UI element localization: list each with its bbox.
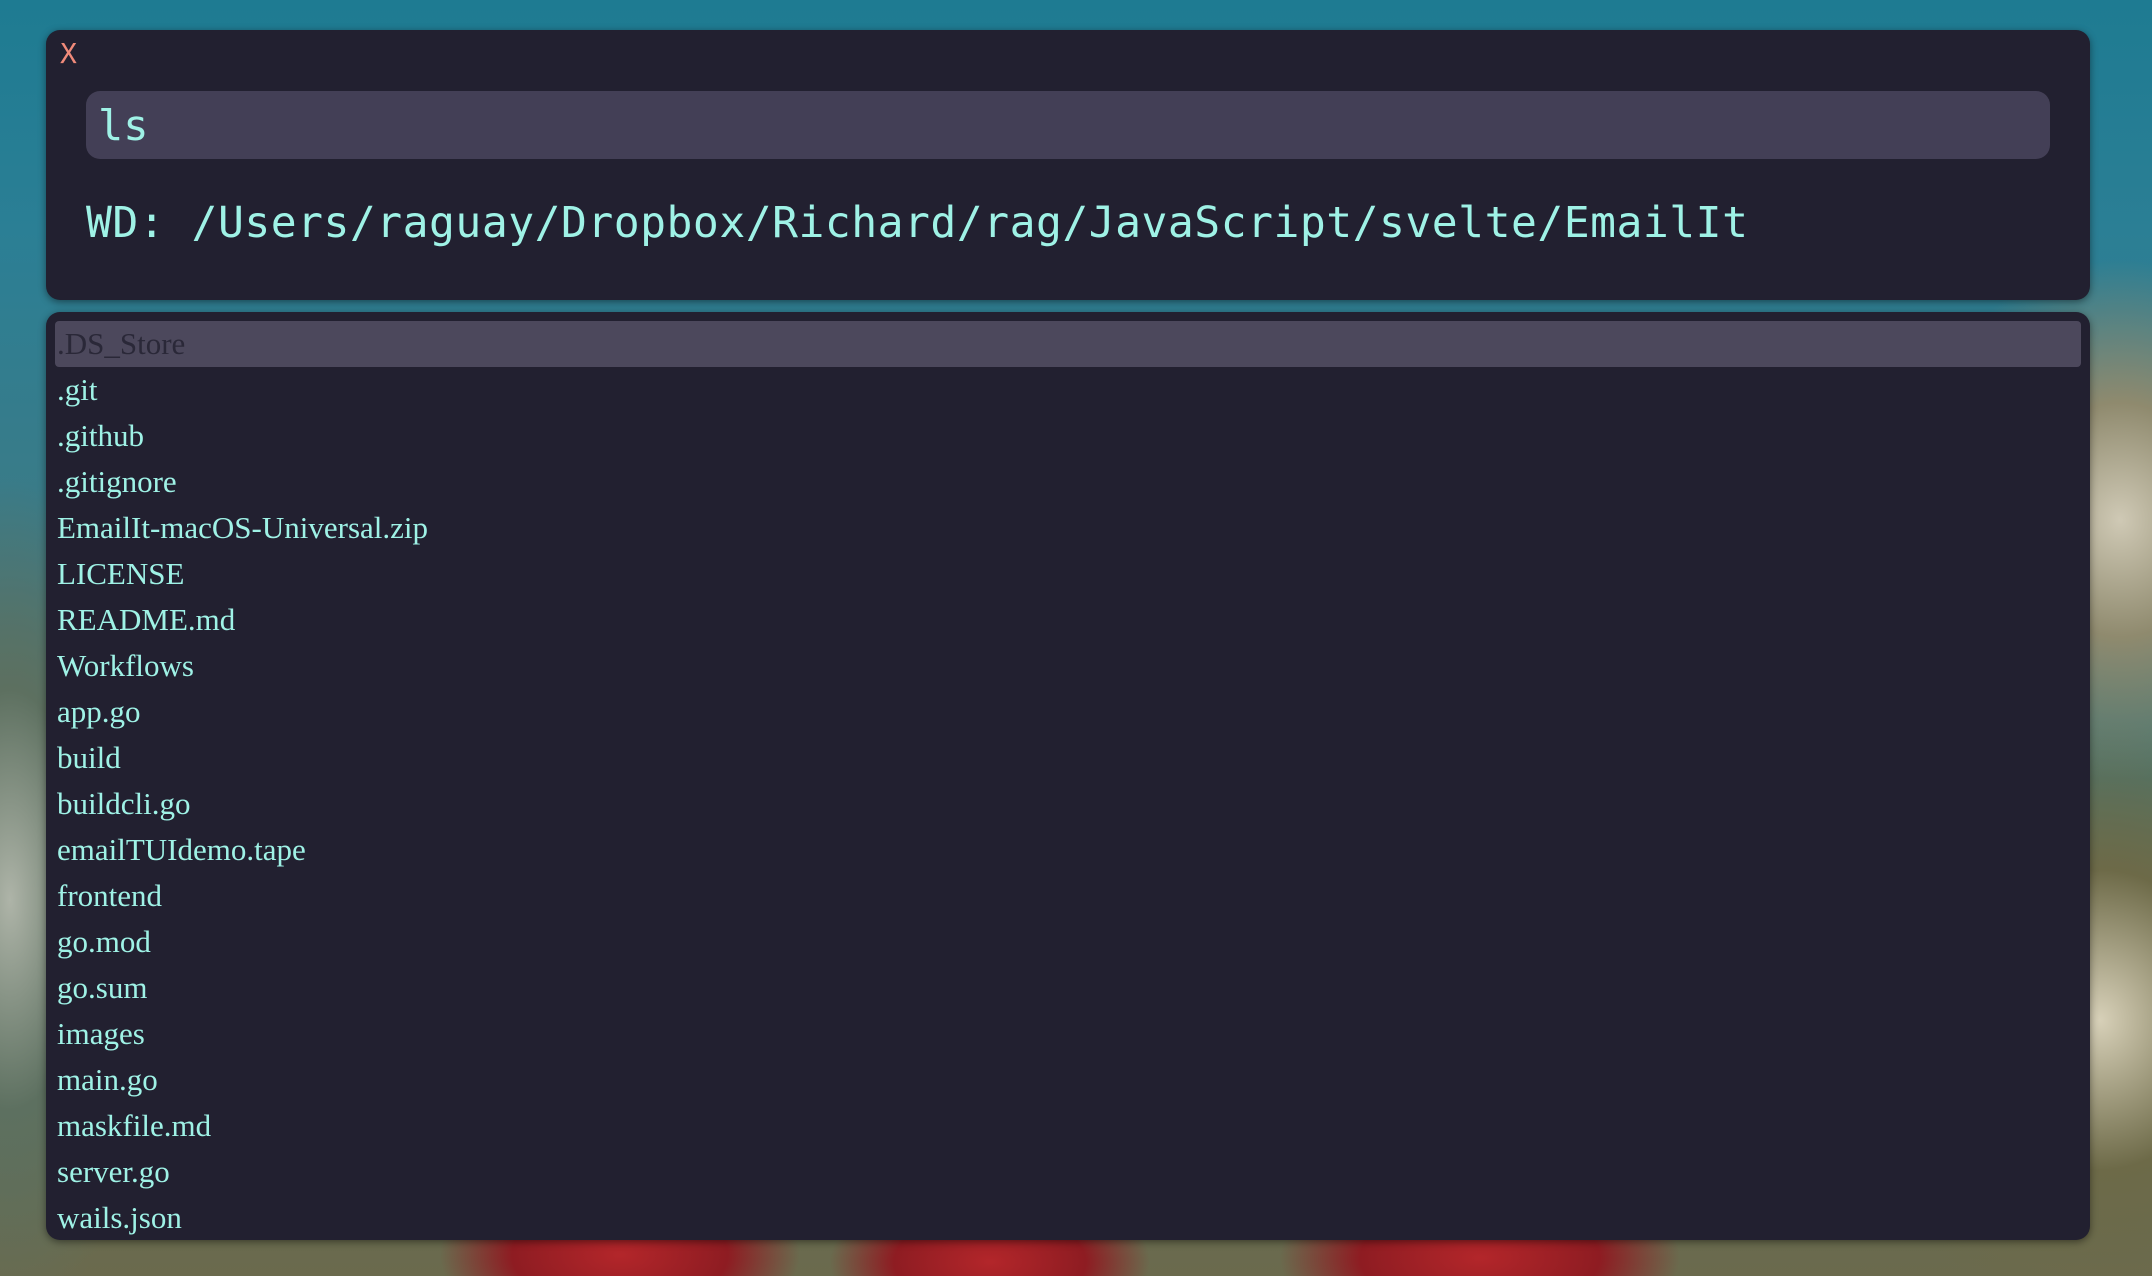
file-list-item[interactable]: .DS_Store <box>55 321 2081 367</box>
file-list-item[interactable]: go.sum <box>55 965 2081 1011</box>
file-list-item[interactable]: EmailIt-macOS-Universal.zip <box>55 505 2081 551</box>
file-list-item[interactable]: images <box>55 1011 2081 1057</box>
file-list-item[interactable]: .git <box>55 367 2081 413</box>
command-panel: X WD: /Users/raguay/Dropbox/Richard/rag/… <box>46 30 2090 300</box>
file-list-item[interactable]: maskfile.md <box>55 1103 2081 1149</box>
file-list-item[interactable]: .github <box>55 413 2081 459</box>
file-list-item[interactable]: buildcli.go <box>55 781 2081 827</box>
file-list-item[interactable]: Workflows <box>55 643 2081 689</box>
file-list-item[interactable]: app.go <box>55 689 2081 735</box>
file-list: .DS_Store .git .github .gitignore EmailIt-ma… <box>55 321 2081 1240</box>
file-list-item[interactable]: .gitignore <box>55 459 2081 505</box>
file-list-item[interactable]: go.mod <box>55 919 2081 965</box>
file-list-item[interactable]: wails.json <box>55 1195 2081 1240</box>
file-list-item[interactable]: frontend <box>55 873 2081 919</box>
file-list-panel: .DS_Store .git .github .gitignore EmailIt-ma… <box>46 312 2090 1240</box>
file-list-item[interactable]: emailTUIdemo.tape <box>55 827 2081 873</box>
file-list-item[interactable]: main.go <box>55 1057 2081 1103</box>
working-directory-label: WD: /Users/raguay/Dropbox/Richard/rag/Ja… <box>86 198 1749 248</box>
file-list-item[interactable]: build <box>55 735 2081 781</box>
close-button[interactable]: X <box>60 40 77 68</box>
command-input[interactable] <box>86 91 2050 159</box>
file-list-item[interactable]: server.go <box>55 1149 2081 1195</box>
file-list-item[interactable]: LICENSE <box>55 551 2081 597</box>
file-list-item[interactable]: README.md <box>55 597 2081 643</box>
